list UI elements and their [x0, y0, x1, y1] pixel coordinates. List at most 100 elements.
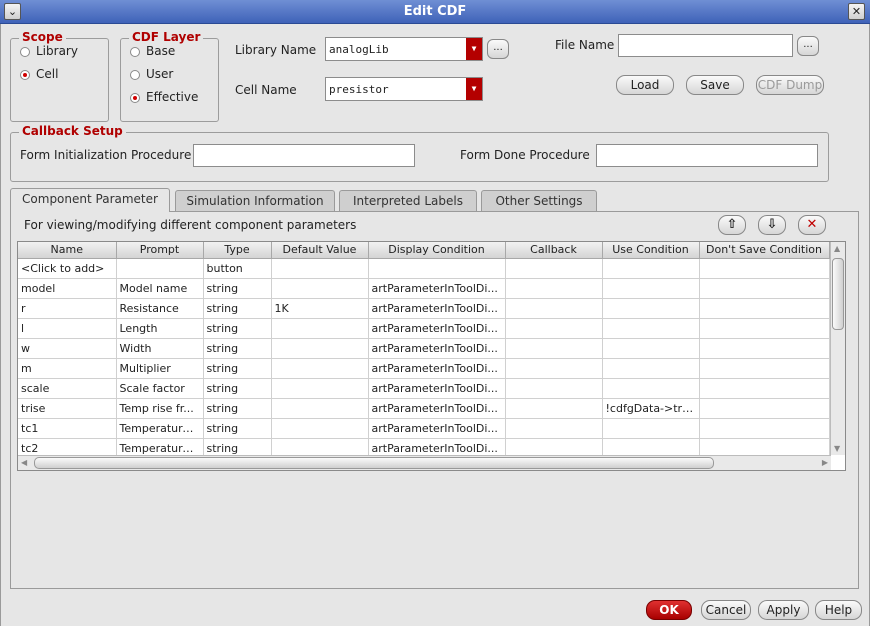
- table-cell[interactable]: l: [18, 318, 117, 339]
- table-cell[interactable]: string: [203, 418, 272, 439]
- horizontal-scroll-thumb[interactable]: [34, 457, 714, 469]
- scroll-up-icon[interactable]: ▲: [834, 244, 840, 253]
- table-cell[interactable]: [699, 298, 830, 319]
- vertical-scrollbar[interactable]: ▲ ▼: [830, 242, 845, 455]
- radio-off-icon[interactable]: [130, 70, 140, 80]
- table-cell[interactable]: [271, 358, 369, 379]
- table-cell[interactable]: 1K: [271, 298, 369, 319]
- radio-on-icon[interactable]: [20, 70, 30, 80]
- radio-off-icon[interactable]: [20, 47, 30, 57]
- table-cell[interactable]: [699, 278, 830, 299]
- table-row[interactable]: l Length string artParameterInToolDi...: [18, 318, 830, 339]
- tab-component-parameter[interactable]: Component Parameter: [10, 188, 170, 212]
- column-header-use-condition[interactable]: Use Condition: [602, 242, 700, 259]
- column-header-dont-save-condition[interactable]: Don't Save Condition: [699, 242, 830, 259]
- table-cell[interactable]: <Click to add>: [18, 258, 117, 279]
- table-cell[interactable]: Multiplier: [116, 358, 204, 379]
- table-cell[interactable]: [271, 318, 369, 339]
- table-cell[interactable]: Resistance: [116, 298, 204, 319]
- save-button[interactable]: Save: [686, 75, 744, 95]
- dropdown-arrow-icon[interactable]: ▼: [466, 38, 482, 60]
- table-cell[interactable]: artParameterInToolDi...: [368, 358, 506, 379]
- table-row[interactable]: tc1 Temperature... string artParameterInToo…: [18, 418, 830, 439]
- table-row[interactable]: m Multiplier string artParameterInToolDi...: [18, 358, 830, 379]
- form-init-field[interactable]: [193, 144, 415, 167]
- table-cell[interactable]: [602, 258, 700, 279]
- column-header-display-condition[interactable]: Display Condition: [368, 242, 506, 259]
- table-cell[interactable]: artParameterInToolDi...: [368, 298, 506, 319]
- column-header-callback[interactable]: Callback: [505, 242, 603, 259]
- file-name-field[interactable]: [618, 34, 793, 57]
- table-cell[interactable]: Width: [116, 338, 204, 359]
- table-cell[interactable]: string: [203, 278, 272, 299]
- table-cell[interactable]: [505, 358, 603, 379]
- cell-name-combo[interactable]: presistor ▼: [325, 77, 483, 101]
- table-cell[interactable]: [699, 318, 830, 339]
- table-cell[interactable]: artParameterInToolDi...: [368, 318, 506, 339]
- table-cell[interactable]: string: [203, 298, 272, 319]
- table-cell[interactable]: [271, 278, 369, 299]
- apply-button[interactable]: Apply: [758, 600, 809, 620]
- table-cell[interactable]: [699, 418, 830, 439]
- cdf-dump-button[interactable]: CDF Dump: [756, 75, 824, 95]
- move-up-icon[interactable]: ⇧: [718, 215, 746, 235]
- table-cell[interactable]: [602, 378, 700, 399]
- ok-button[interactable]: OK: [646, 600, 692, 620]
- table-cell[interactable]: [505, 318, 603, 339]
- radio-off-icon[interactable]: [130, 47, 140, 57]
- scroll-right-icon[interactable]: ▶: [822, 458, 828, 467]
- load-button[interactable]: Load: [616, 75, 674, 95]
- move-down-icon[interactable]: ⇩: [758, 215, 786, 235]
- vertical-scroll-thumb[interactable]: [832, 258, 844, 330]
- table-cell[interactable]: [602, 418, 700, 439]
- table-cell[interactable]: m: [18, 358, 117, 379]
- help-button[interactable]: Help: [815, 600, 862, 620]
- table-cell[interactable]: trise: [18, 398, 117, 419]
- table-cell[interactable]: [699, 358, 830, 379]
- cancel-button[interactable]: Cancel: [701, 600, 751, 620]
- table-cell[interactable]: [602, 358, 700, 379]
- table-cell[interactable]: [116, 258, 204, 279]
- table-cell[interactable]: [505, 298, 603, 319]
- table-cell[interactable]: Scale factor: [116, 378, 204, 399]
- table-cell[interactable]: Model name: [116, 278, 204, 299]
- column-header-default-value[interactable]: Default Value: [271, 242, 369, 259]
- table-cell[interactable]: string: [203, 358, 272, 379]
- table-cell[interactable]: [699, 258, 830, 279]
- table-cell[interactable]: [505, 398, 603, 419]
- table-cell[interactable]: [271, 338, 369, 359]
- column-header-type[interactable]: Type: [203, 242, 272, 259]
- table-cell[interactable]: [271, 258, 369, 279]
- table-cell[interactable]: model: [18, 278, 117, 299]
- table-cell[interactable]: scale: [18, 378, 117, 399]
- table-cell[interactable]: [505, 338, 603, 359]
- table-cell[interactable]: artParameterInToolDi...: [368, 418, 506, 439]
- table-cell[interactable]: string: [203, 338, 272, 359]
- tab-interpreted-labels[interactable]: Interpreted Labels: [339, 190, 477, 212]
- form-done-field[interactable]: [596, 144, 818, 167]
- table-cell[interactable]: [271, 378, 369, 399]
- table-cell[interactable]: artParameterInToolDi...: [368, 398, 506, 419]
- table-row[interactable]: w Width string artParameterInToolDi...: [18, 338, 830, 359]
- tab-other-settings[interactable]: Other Settings: [481, 190, 597, 212]
- table-cell[interactable]: [602, 298, 700, 319]
- table-cell[interactable]: [699, 338, 830, 359]
- dropdown-arrow-icon[interactable]: ▼: [466, 78, 482, 100]
- table-cell[interactable]: [505, 418, 603, 439]
- table-cell[interactable]: w: [18, 338, 117, 359]
- table-cell[interactable]: [271, 418, 369, 439]
- scroll-left-icon[interactable]: ◀: [21, 458, 27, 467]
- file-browse-button[interactable]: ...: [797, 36, 819, 56]
- delete-icon[interactable]: ✕: [798, 215, 826, 235]
- table-cell[interactable]: [602, 318, 700, 339]
- library-browse-button[interactable]: ...: [487, 39, 509, 59]
- table-cell[interactable]: r: [18, 298, 117, 319]
- table-cell[interactable]: artParameterInToolDi...: [368, 278, 506, 299]
- table-cell[interactable]: string: [203, 378, 272, 399]
- column-header-name[interactable]: Name: [18, 242, 117, 259]
- tab-simulation-information[interactable]: Simulation Information: [175, 190, 335, 212]
- close-icon[interactable]: ✕: [848, 3, 865, 20]
- horizontal-scrollbar[interactable]: ◀ ▶: [18, 455, 831, 470]
- table-cell[interactable]: string: [203, 318, 272, 339]
- table-cell[interactable]: button: [203, 258, 272, 279]
